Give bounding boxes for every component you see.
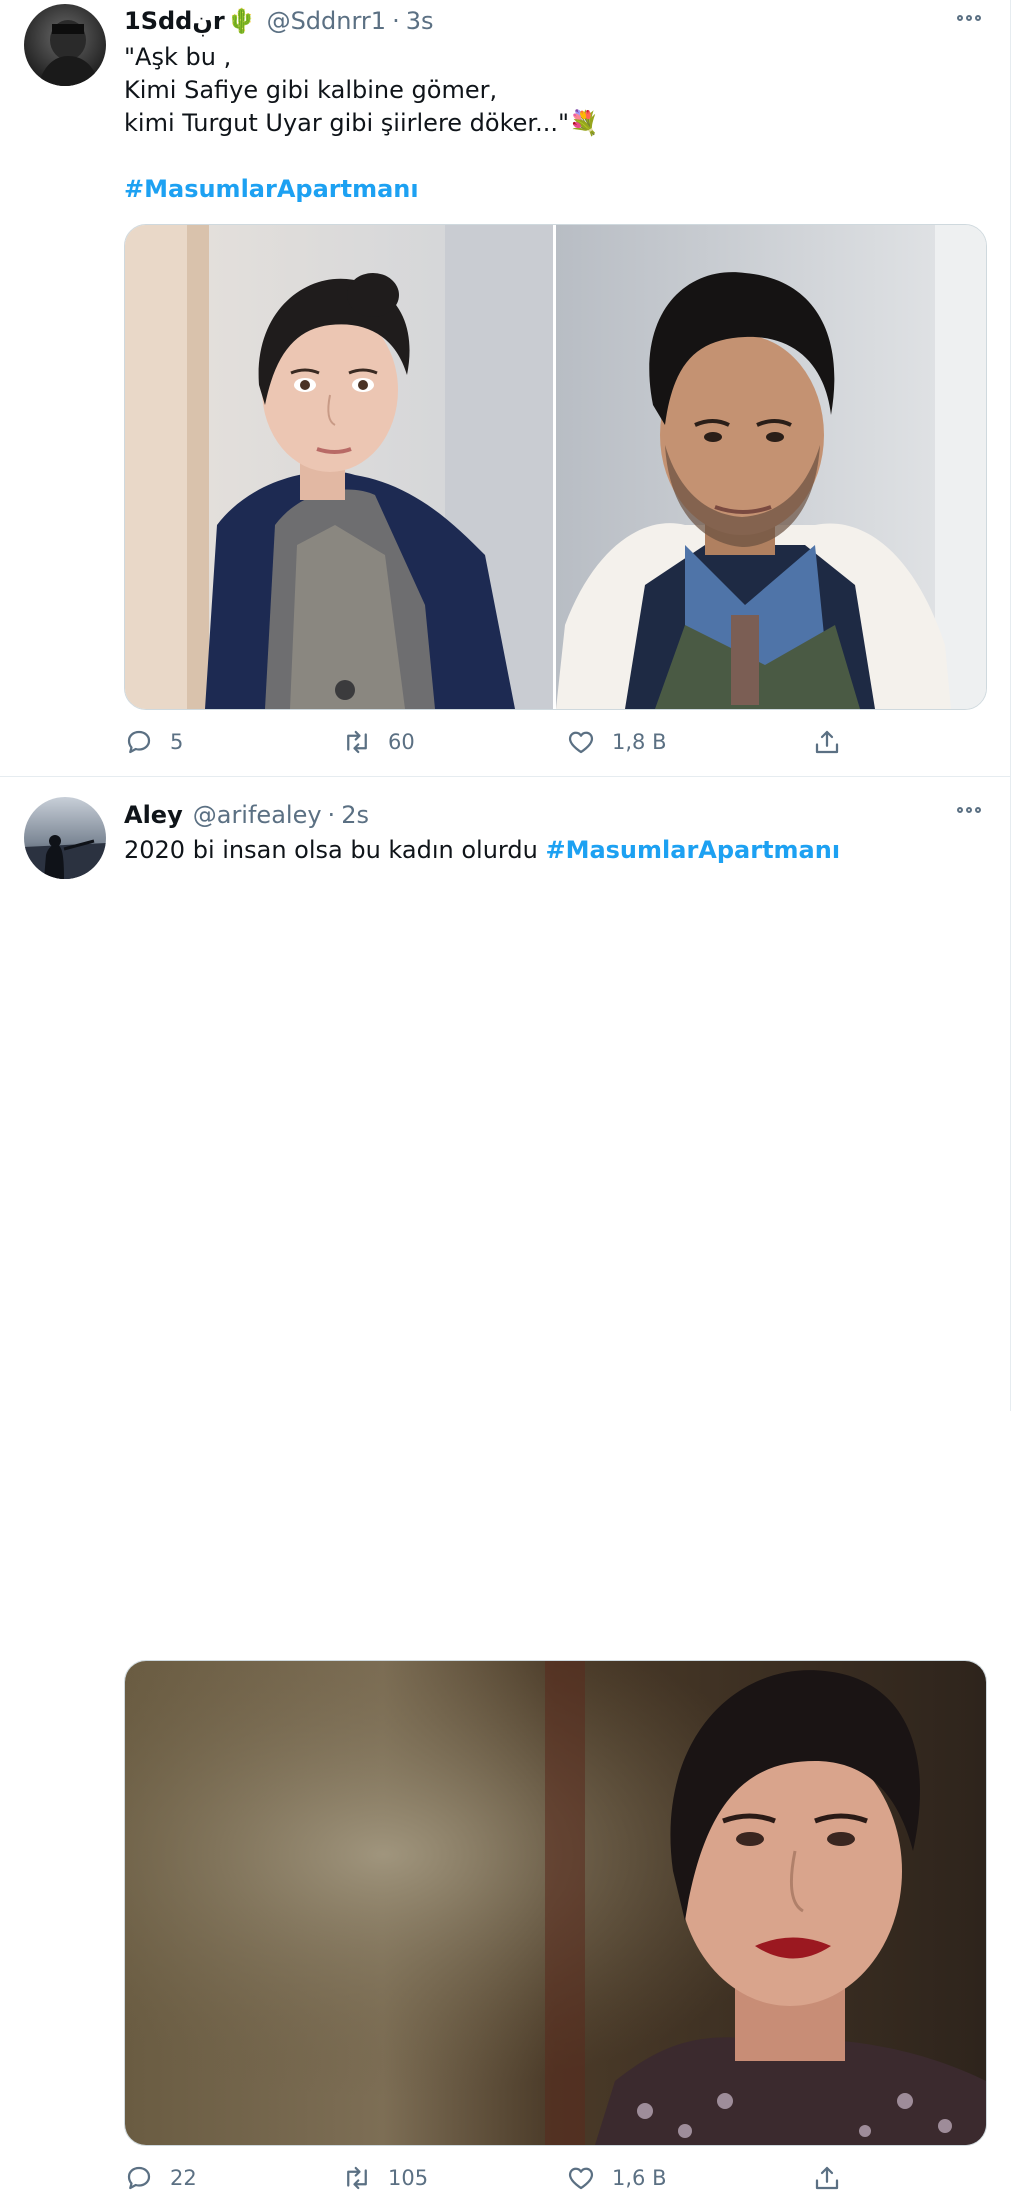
display-name[interactable]: Aley bbox=[124, 801, 183, 829]
user-handle[interactable]: @Sddnrr1 bbox=[267, 7, 387, 35]
avatar[interactable] bbox=[24, 797, 106, 879]
reply-icon bbox=[127, 730, 151, 754]
tweet-text-line: kimi Turgut Uyar gibi şiirlere döker..."… bbox=[124, 109, 599, 137]
tweet-header: 1Sddڹr 🌵 @Sddnrr1 · 3s bbox=[124, 4, 433, 38]
tweet-text: "Aşk bu , Kimi Safiye gibi kalbine gömer… bbox=[124, 41, 599, 206]
reply-icon bbox=[127, 2166, 151, 2190]
share-icon bbox=[815, 730, 839, 754]
heart-icon bbox=[568, 731, 594, 754]
separator: · bbox=[327, 801, 336, 829]
timeline-divider bbox=[1010, 0, 1011, 1411]
tweet-text-line: Kimi Safiye gibi kalbine gömer, bbox=[124, 76, 498, 104]
more-icon[interactable] bbox=[954, 800, 984, 820]
tweet-media[interactable] bbox=[124, 224, 987, 710]
timestamp[interactable]: 2s bbox=[341, 801, 369, 829]
reply-button[interactable]: 5 bbox=[124, 727, 183, 757]
photo-woman-red-lipstick bbox=[125, 1661, 986, 2145]
share-button[interactable] bbox=[812, 727, 842, 757]
timestamp[interactable]: 3s bbox=[406, 7, 434, 35]
retweet-icon bbox=[347, 730, 367, 754]
like-button[interactable]: 1,8 B bbox=[566, 727, 666, 757]
retweet-count: 60 bbox=[388, 730, 415, 754]
photo-woman-navy-cardigan bbox=[125, 225, 553, 709]
retweet-count: 105 bbox=[388, 2166, 429, 2190]
retweet-button[interactable]: 60 bbox=[342, 727, 415, 757]
tweet[interactable]: 1Sddڹr 🌵 @Sddnrr1 · 3s "Aşk bu , Kimi Sa… bbox=[0, 0, 1010, 777]
tweet-actions: 22 105 1,6 B bbox=[124, 2163, 884, 2197]
separator: · bbox=[392, 7, 400, 35]
heart-icon bbox=[568, 2167, 594, 2190]
reply-button[interactable]: 22 bbox=[124, 2163, 197, 2193]
tweet-header: Aley @arifealey · 2s bbox=[124, 798, 369, 832]
photo-man-shearling-coat bbox=[556, 225, 986, 709]
like-button[interactable]: 1,6 B bbox=[566, 2163, 666, 2193]
hashtag-link[interactable]: #MasumlarApartmanı bbox=[545, 836, 840, 864]
hashtag-link[interactable]: #MasumlarApartmanı bbox=[124, 173, 599, 206]
cactus-icon: 🌵 bbox=[226, 7, 257, 35]
retweet-icon bbox=[347, 2166, 367, 2190]
share-button[interactable] bbox=[812, 2163, 842, 2193]
tweet-media[interactable] bbox=[124, 1660, 987, 2146]
tweet-text: 2020 bi insan olsa bu kadın olurdu #Masu… bbox=[124, 834, 840, 867]
user-handle[interactable]: @arifealey bbox=[193, 801, 322, 829]
share-icon bbox=[815, 2166, 839, 2190]
more-icon[interactable] bbox=[954, 8, 984, 28]
reply-count: 5 bbox=[170, 730, 184, 754]
retweet-button[interactable]: 105 bbox=[342, 2163, 428, 2193]
avatar[interactable] bbox=[24, 4, 106, 86]
tweet[interactable]: Aley @arifealey · 2s 2020 bi insan olsa … bbox=[0, 777, 1010, 2190]
tweet-text-body: 2020 bi insan olsa bu kadın olurdu bbox=[124, 836, 546, 864]
tweet-actions: 5 60 1,8 B bbox=[124, 727, 884, 761]
reply-count: 22 bbox=[170, 2166, 197, 2190]
tweet-text-line: "Aşk bu , bbox=[124, 43, 232, 71]
like-count: 1,6 B bbox=[612, 2166, 667, 2190]
display-name[interactable]: 1Sddڹr bbox=[124, 7, 225, 35]
like-count: 1,8 B bbox=[612, 730, 667, 754]
